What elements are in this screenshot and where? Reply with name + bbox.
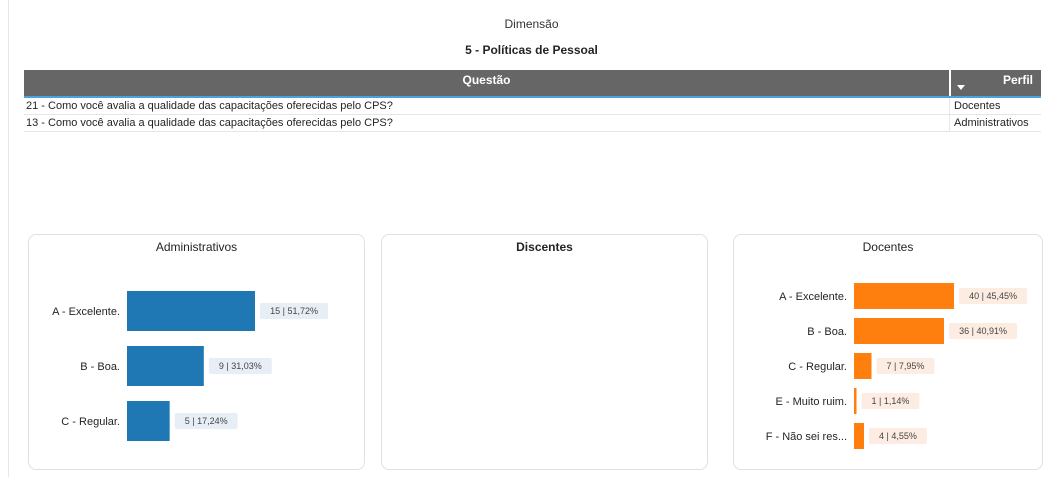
category-label: A - Excelente. bbox=[779, 291, 847, 303]
left-border bbox=[8, 0, 9, 477]
data-label: 36 | 40,91% bbox=[959, 326, 1007, 336]
data-label: 5 | 17,24% bbox=[185, 416, 228, 426]
bar[interactable] bbox=[854, 318, 944, 344]
bar[interactable] bbox=[127, 291, 255, 331]
bar[interactable] bbox=[854, 283, 954, 309]
bar[interactable] bbox=[127, 401, 170, 441]
column-header-perfil[interactable]: Perfil bbox=[949, 70, 1041, 96]
cell-perfil: Administrativos bbox=[949, 115, 1041, 131]
data-label: 40 | 45,45% bbox=[969, 291, 1017, 301]
cell-perfil: Docentes bbox=[949, 98, 1041, 114]
chart-panel-discentes: Discentes bbox=[381, 234, 708, 470]
chart-administrativos: A - Excelente. 15 | 51,72% B - Boa. 9 | 31,… bbox=[52, 291, 329, 441]
chart-discentes bbox=[382, 235, 709, 471]
table-row[interactable]: 13 - Como você avalia a qualidade das ca… bbox=[24, 115, 1041, 132]
dimension-label: Dimensão bbox=[504, 17, 559, 31]
category-label: B - Boa. bbox=[80, 361, 120, 373]
cell-questao: 13 - Como você avalia a qualidade das ca… bbox=[26, 117, 393, 129]
data-label: 4 | 4,55% bbox=[879, 431, 917, 441]
category-label: A - Excelente. bbox=[52, 306, 120, 318]
column-header-questao[interactable]: Questão bbox=[24, 70, 949, 96]
bar[interactable] bbox=[127, 346, 204, 386]
dimension-value: 5 - Políticas de Pessoal bbox=[465, 43, 598, 57]
sort-descending-icon[interactable] bbox=[957, 85, 965, 90]
data-label: 15 | 51,72% bbox=[270, 306, 318, 316]
chart-panel-administrativos: Administrativos A - Excelente. 15 | 51,72… bbox=[28, 234, 365, 470]
category-label: C - Regular. bbox=[61, 416, 120, 428]
category-label: F - Não sei res... bbox=[766, 431, 847, 443]
category-label: E - Muito ruim. bbox=[775, 396, 847, 408]
table-row[interactable]: 21 - Como você avalia a qualidade das ca… bbox=[24, 98, 1041, 115]
bar[interactable] bbox=[854, 423, 864, 449]
bar[interactable] bbox=[854, 388, 857, 414]
chart-docentes: A - Excelente. 40 | 45,45% B - Boa. 36 | 40… bbox=[766, 283, 1028, 449]
column-header-perfil-label: Perfil bbox=[1002, 73, 1033, 87]
data-label: 9 | 31,03% bbox=[219, 361, 262, 371]
data-label: 1 | 1,14% bbox=[872, 396, 910, 406]
table-header: Questão Perfil bbox=[24, 70, 1041, 98]
bar[interactable] bbox=[854, 353, 872, 379]
questions-table: Questão Perfil 21 - Como você avalia a q… bbox=[24, 70, 1041, 132]
category-label: C - Regular. bbox=[788, 361, 847, 373]
cell-questao: 21 - Como você avalia a qualidade das ca… bbox=[26, 100, 393, 112]
data-label: 7 | 7,95% bbox=[887, 361, 925, 371]
chart-panel-docentes: Docentes A - Excelente. 40 | 45,45% B - Bo… bbox=[733, 234, 1043, 470]
category-label: B - Boa. bbox=[807, 326, 847, 338]
